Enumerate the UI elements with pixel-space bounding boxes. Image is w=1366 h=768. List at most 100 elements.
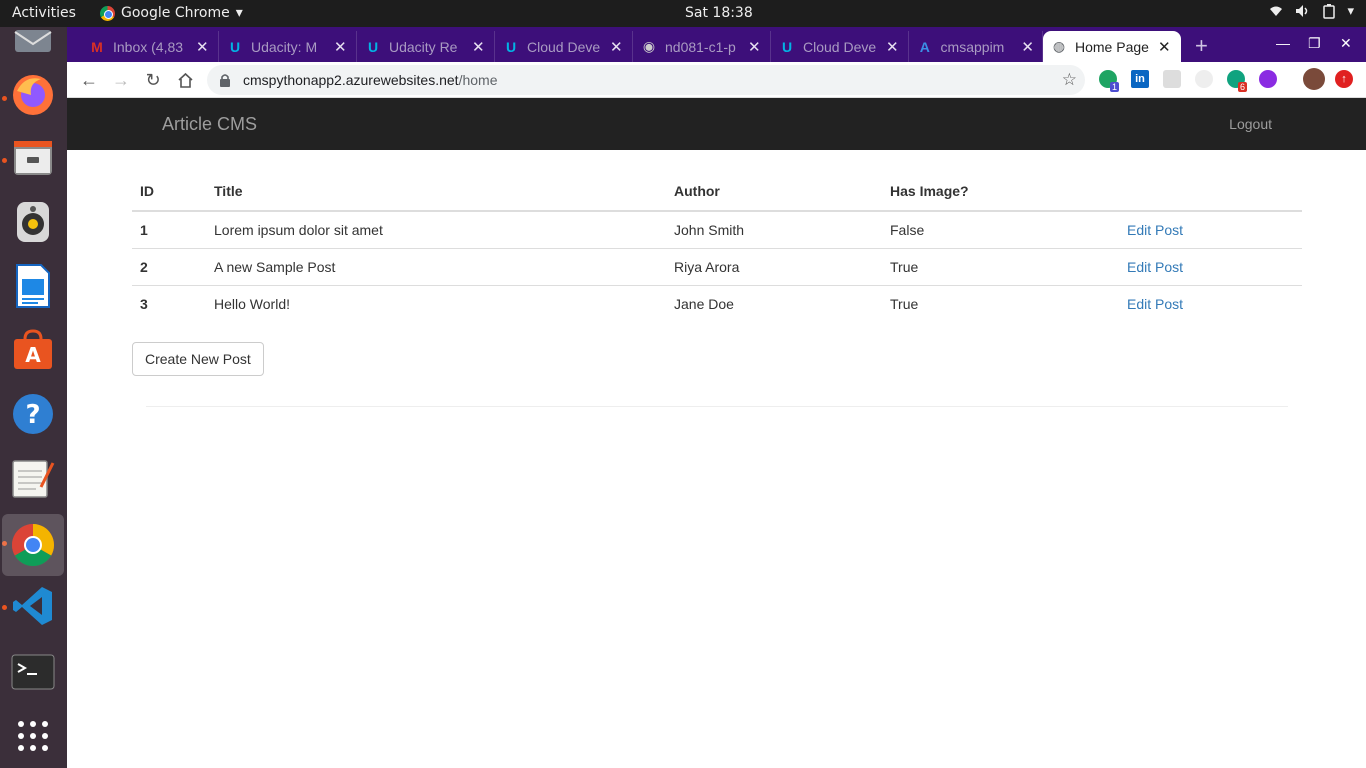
close-icon[interactable]: ✕ (748, 38, 761, 56)
browser-tab[interactable]: ◉ nd081-c1-p ✕ (633, 31, 771, 62)
chevron-down-icon: ▾ (1347, 4, 1354, 19)
close-icon[interactable]: ✕ (1158, 38, 1171, 56)
mail-app-icon[interactable] (8, 27, 58, 57)
post-id: 3 (132, 284, 206, 322)
create-new-post-button[interactable]: Create New Post (132, 342, 264, 376)
forward-icon[interactable]: → (110, 69, 132, 91)
activities-button[interactable]: Activities (12, 5, 76, 21)
posts-table: ID Title Author Has Image? 1 Lorem ipsum… (132, 172, 1302, 322)
software-center-icon[interactable]: A (8, 325, 58, 375)
update-icon[interactable]: ↑ (1335, 70, 1353, 88)
column-header-has-image: Has Image? (882, 172, 1119, 212)
post-author: John Smith (666, 210, 882, 248)
help-icon[interactable]: ? (8, 389, 58, 439)
browser-tab[interactable]: M Inbox (4,83 ✕ (81, 31, 219, 62)
url-path: /home (458, 72, 498, 88)
site-navbar: Article CMS Logout (67, 98, 1366, 150)
extension-icon[interactable] (1163, 70, 1181, 88)
divider (146, 406, 1288, 407)
reload-icon[interactable]: ↻ (142, 69, 164, 91)
browser-tab-active[interactable]: ◍ Home Page ✕ (1043, 31, 1181, 62)
post-author: Riya Arora (666, 247, 882, 285)
bookmark-star-icon[interactable]: ☆ (1062, 70, 1077, 90)
edit-post-link[interactable]: Edit Post (1127, 296, 1183, 312)
extension-icon[interactable] (1195, 70, 1213, 88)
close-icon[interactable]: ✕ (472, 38, 485, 56)
maximize-icon[interactable]: ❐ (1308, 35, 1321, 52)
system-top-bar: Activities Google Chrome ▾ Sat 18:38 ▾ (0, 0, 1366, 27)
browser-tab[interactable]: U Cloud Deve ✕ (495, 31, 633, 62)
chrome-icon (100, 5, 115, 21)
lock-icon (220, 74, 230, 87)
app-menu-label: Google Chrome (121, 5, 230, 21)
url-host: cmspythonapp2.azurewebsites.net (243, 72, 459, 88)
extension-badge: 1 (1110, 82, 1120, 92)
home-icon[interactable] (174, 69, 196, 91)
browser-toolbar: ← → ↻ cmspythonapp2.azurewebsites.net/ho… (67, 62, 1366, 98)
browser-tab[interactable]: U Cloud Deve ✕ (771, 31, 909, 62)
post-id: 2 (132, 247, 206, 285)
svg-text:?: ? (25, 400, 40, 430)
libreoffice-writer-icon[interactable] (8, 261, 58, 311)
app-menu[interactable]: Google Chrome ▾ (100, 5, 243, 21)
battery-icon (1323, 4, 1336, 19)
main-content: ID Title Author Has Image? 1 Lorem ipsum… (132, 172, 1302, 376)
udacity-icon: U (781, 38, 793, 55)
close-icon[interactable]: ✕ (886, 38, 899, 56)
extension-icon[interactable] (1259, 70, 1277, 88)
linkedin-icon[interactable]: in (1131, 70, 1149, 88)
gmail-icon: M (91, 38, 103, 55)
vscode-icon[interactable] (8, 581, 58, 631)
browser-tab[interactable]: A cmsappim ✕ (909, 31, 1043, 62)
udacity-icon: U (229, 38, 241, 55)
table-row: 1 Lorem ipsum dolor sit amet John Smith … (132, 210, 1302, 248)
azure-icon: A (919, 38, 930, 55)
firefox-icon[interactable] (8, 70, 58, 120)
post-author: Jane Doe (666, 284, 882, 322)
close-icon[interactable]: ✕ (196, 38, 209, 56)
table-row: 3 Hello World! Jane Doe True Edit Post (132, 284, 1302, 322)
post-title: Hello World! (206, 284, 666, 322)
column-header-actions (1119, 172, 1302, 212)
rhythmbox-icon[interactable] (8, 197, 58, 247)
column-header-id: ID (132, 172, 206, 212)
close-window-icon[interactable]: ✕ (1340, 35, 1352, 52)
new-tab-button[interactable]: + (1195, 33, 1208, 59)
text-editor-icon[interactable] (8, 453, 58, 503)
avatar[interactable] (1303, 68, 1325, 90)
close-icon[interactable]: ✕ (334, 38, 347, 56)
udacity-icon: U (367, 38, 379, 55)
svg-text:A: A (25, 343, 41, 367)
running-indicator (2, 158, 7, 163)
back-icon[interactable]: ← (78, 69, 100, 91)
show-applications-icon[interactable] (8, 711, 58, 761)
wifi-icon (1269, 4, 1283, 19)
edit-post-link[interactable]: Edit Post (1127, 222, 1183, 238)
close-icon[interactable]: ✕ (1021, 38, 1034, 56)
running-indicator (2, 96, 7, 101)
browser-tab[interactable]: U Udacity: M ✕ (219, 31, 357, 62)
column-header-author: Author (666, 172, 882, 212)
close-icon[interactable]: ✕ (610, 38, 623, 56)
chrome-app-icon[interactable] (2, 514, 64, 576)
browser-tab[interactable]: U Udacity Re ✕ (357, 31, 495, 62)
files-app-icon[interactable] (8, 133, 58, 183)
logout-link[interactable]: Logout (1229, 116, 1272, 132)
post-has-image: True (882, 284, 1119, 322)
terminal-icon[interactable] (8, 647, 58, 697)
minimize-icon[interactable]: — (1276, 35, 1290, 51)
post-has-image: False (882, 210, 1119, 248)
extension-badge: 6 (1238, 82, 1248, 92)
github-icon: ◉ (642, 38, 656, 54)
running-indicator (2, 605, 7, 610)
browser-tab-strip: M Inbox (4,83 ✕ U Udacity: M ✕ U Udacity… (67, 27, 1366, 62)
table-header-row: ID Title Author Has Image? (132, 172, 1302, 212)
post-title: Lorem ipsum dolor sit amet (206, 210, 666, 248)
address-bar[interactable]: cmspythonapp2.azurewebsites.net/home ☆ (207, 65, 1085, 95)
post-has-image: True (882, 247, 1119, 285)
system-tray[interactable]: ▾ (1269, 4, 1354, 19)
site-brand[interactable]: Article CMS (162, 114, 257, 135)
edit-post-link[interactable]: Edit Post (1127, 259, 1183, 275)
clock[interactable]: Sat 18:38 (685, 5, 753, 21)
ubuntu-dock: A ? (0, 27, 67, 768)
